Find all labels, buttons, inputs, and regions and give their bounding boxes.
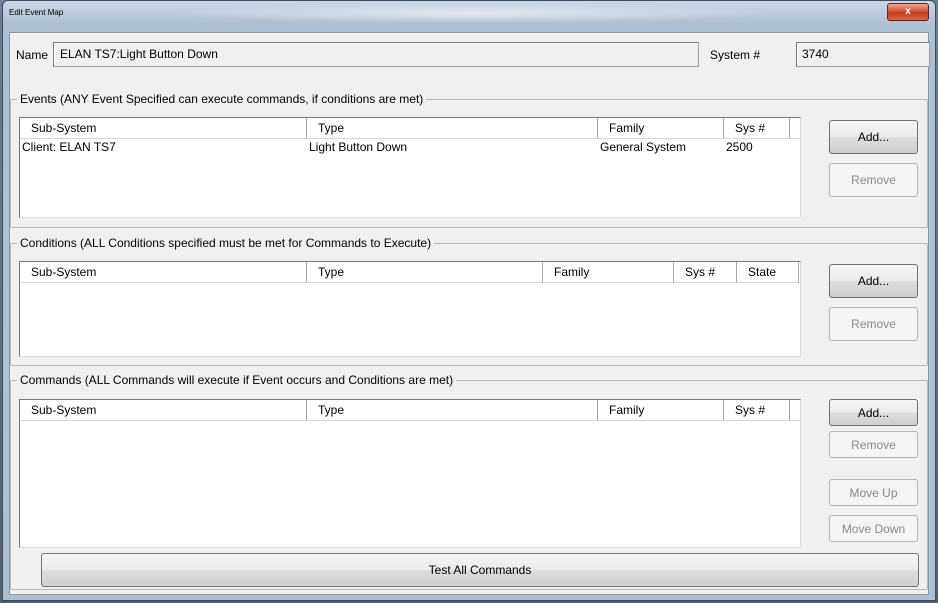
conditions-group-title: Conditions (ALL Conditions specified mus… (17, 236, 435, 250)
window-title: Edit Event Map (9, 8, 64, 17)
conditions-add-button[interactable]: Add... (829, 264, 918, 298)
title-bar-glare (163, 3, 783, 23)
commands-group-title: Commands (ALL Commands will execute if E… (17, 373, 457, 387)
test-all-commands-button[interactable]: Test All Commands (41, 553, 919, 587)
conditions-col-type[interactable]: Type (307, 262, 543, 282)
name-input[interactable]: ELAN TS7:Light Button Down (53, 42, 699, 67)
conditions-list[interactable]: Sub-System Type Family Sys # State (19, 261, 801, 357)
close-icon[interactable]: x (887, 3, 929, 21)
system-number-input[interactable]: 3740 (796, 42, 930, 67)
commands-group: Commands (ALL Commands will execute if E… (10, 373, 928, 590)
events-col-sysnum[interactable]: Sys # (724, 118, 790, 138)
commands-col-sysnum[interactable]: Sys # (724, 400, 790, 420)
conditions-col-family[interactable]: Family (543, 262, 674, 282)
commands-list-header: Sub-System Type Family Sys # (20, 400, 800, 421)
system-number-label: System # (710, 48, 761, 62)
events-col-type[interactable]: Type (307, 118, 598, 138)
events-col-subsystem[interactable]: Sub-System (20, 118, 307, 138)
name-label: Name (16, 48, 49, 62)
move-down-button[interactable]: Move Down (829, 515, 918, 542)
commands-remove-button[interactable]: Remove (829, 431, 918, 458)
events-group: Events (ANY Event Specified can execute … (10, 92, 928, 228)
events-remove-button[interactable]: Remove (829, 163, 918, 197)
commands-col-type[interactable]: Type (307, 400, 598, 420)
conditions-col-state[interactable]: State (737, 262, 799, 282)
events-row-subsystem: Client: ELAN TS7 (22, 140, 116, 154)
events-row-type: Light Button Down (309, 140, 408, 154)
events-add-button[interactable]: Add... (829, 120, 918, 154)
commands-add-button[interactable]: Add... (829, 399, 918, 426)
commands-col-family[interactable]: Family (598, 400, 724, 420)
move-up-button[interactable]: Move Up (829, 479, 918, 506)
conditions-col-subsystem[interactable]: Sub-System (20, 262, 307, 282)
commands-list[interactable]: Sub-System Type Family Sys # (19, 399, 801, 548)
edit-event-map-window: Edit Event Map x Name ELAN TS7:Light But… (2, 0, 936, 601)
events-list[interactable]: Sub-System Type Family Sys # Client: ELA… (19, 117, 801, 218)
commands-col-subsystem[interactable]: Sub-System (20, 400, 307, 420)
dialog-client-area: Name ELAN TS7:Light Button Down System #… (9, 32, 930, 595)
events-group-title: Events (ANY Event Specified can execute … (17, 92, 427, 106)
conditions-col-sysnum[interactable]: Sys # (674, 262, 737, 282)
events-col-family[interactable]: Family (598, 118, 724, 138)
conditions-remove-button[interactable]: Remove (829, 307, 918, 341)
conditions-list-header: Sub-System Type Family Sys # State (20, 262, 800, 283)
events-row-family: General System (600, 140, 687, 154)
events-list-header: Sub-System Type Family Sys # (20, 118, 800, 139)
events-row-sysnum: 2500 (726, 140, 753, 154)
conditions-group: Conditions (ALL Conditions specified mus… (10, 236, 928, 366)
title-bar[interactable]: Edit Event Map x (3, 1, 935, 27)
table-row[interactable]: Client: ELAN TS7 Light Button Down Gener… (20, 138, 800, 156)
